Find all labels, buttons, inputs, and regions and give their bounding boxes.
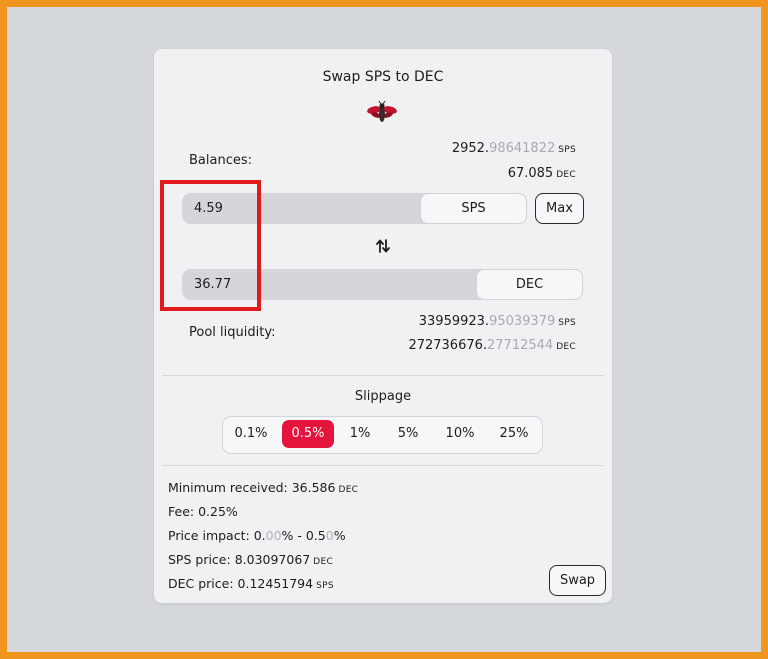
balances-label: Balances: <box>189 153 253 168</box>
bee-logo-icon <box>367 101 397 122</box>
dec-price: DEC price: 0.12451794 SPS <box>168 576 334 591</box>
annotation-highlight-box <box>160 180 261 311</box>
pool-sps-liquidity: 33959923.95039379 SPS <box>418 314 576 329</box>
price-impact: Price impact: 0.00% - 0.50% <box>168 528 346 543</box>
from-token-selector[interactable]: SPS <box>420 193 527 224</box>
divider <box>162 375 604 376</box>
slippage-option-5[interactable]: 5% <box>391 420 425 448</box>
to-token-selector[interactable]: DEC <box>476 269 583 300</box>
divider <box>162 465 604 466</box>
minimum-received: Minimum received: 36.586 DEC <box>168 480 359 495</box>
sps-price: SPS price: 8.03097067 DEC <box>168 552 334 567</box>
swap-button[interactable]: Swap <box>549 565 606 596</box>
fee-text: Fee: 0.25% <box>168 504 238 519</box>
max-button[interactable]: Max <box>535 193 584 224</box>
slippage-selector: 0.1% 0.5% 1% 5% 10% 25% <box>222 416 543 454</box>
slippage-option-0-1[interactable]: 0.1% <box>231 420 271 448</box>
slippage-option-10[interactable]: 10% <box>440 420 480 448</box>
pool-liquidity-label: Pool liquidity: <box>189 325 276 340</box>
slippage-option-0-5[interactable]: 0.5% <box>282 420 334 448</box>
slippage-option-1[interactable]: 1% <box>345 420 375 448</box>
slippage-option-25[interactable]: 25% <box>494 420 534 448</box>
page-title: Swap SPS to DEC <box>322 69 444 85</box>
slippage-title: Slippage <box>354 389 412 404</box>
dec-balance: 67.085 DEC <box>507 166 576 181</box>
pool-dec-liquidity: 272736676.27712544 DEC <box>408 338 576 353</box>
sps-balance: 2952.98641822 SPS <box>451 141 576 156</box>
swap-panel: Swap SPS to DEC Balances: 2952.98641822 S… <box>154 49 612 603</box>
swap-direction-icon[interactable] <box>375 238 391 254</box>
